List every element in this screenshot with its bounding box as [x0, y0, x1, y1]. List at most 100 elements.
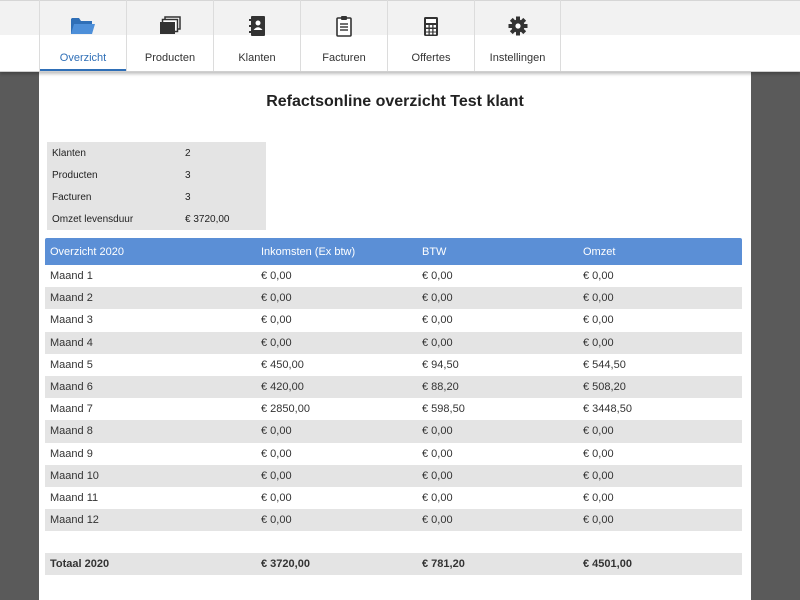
column-header: BTW	[422, 245, 447, 258]
summary-row: Producten 3	[47, 164, 266, 186]
table-row: Maand 12 € 0,00 € 0,00 € 0,00	[45, 509, 742, 532]
nav-item-producten[interactable]: Producten	[126, 0, 213, 71]
nav-item-facturen[interactable]: Facturen	[300, 0, 387, 71]
total-row: Totaal 2020 € 3720,00 € 781,20 € 4501,00	[45, 553, 742, 576]
summary-row: Facturen 3	[47, 186, 266, 208]
nav-label: Overzicht	[59, 52, 107, 64]
summary-row: Omzet levensduur € 3720,00	[47, 208, 266, 230]
table-cell: € 0,00	[583, 491, 614, 504]
nav-item-klanten[interactable]: Klanten	[213, 0, 300, 71]
table-cell: € 598,50	[422, 403, 465, 416]
table-cell: € 0,00	[261, 491, 292, 504]
table-cell: € 0,00	[422, 469, 453, 482]
table-cell: Maand 12	[50, 514, 99, 527]
table-cell: € 544,50	[583, 358, 626, 371]
table-cell: € 0,00	[422, 314, 453, 327]
table-cell: Maand 10	[50, 469, 99, 482]
table-row: Maand 2 € 0,00 € 0,00 € 0,00	[45, 287, 742, 310]
nav-label: Producten	[144, 52, 196, 64]
nav-label: Klanten	[238, 52, 276, 64]
summary-value: € 3720,00	[185, 213, 230, 225]
stack-icon	[127, 15, 213, 37]
table-cell: Maand 7	[50, 403, 93, 416]
nav-item-offertes[interactable]: Offertes	[387, 0, 474, 71]
table-cell: € 0,00	[422, 447, 453, 460]
nav-label: Facturen	[322, 52, 366, 64]
summary-label: Omzet levensduur	[52, 213, 134, 225]
table-cell: € 0,00	[261, 425, 292, 438]
table-cell: € 0,00	[422, 270, 453, 283]
table-row: Maand 4 € 0,00 € 0,00 € 0,00	[45, 331, 742, 354]
table-row: Maand 9 € 0,00 € 0,00 € 0,00	[45, 443, 742, 465]
gear-icon	[475, 15, 560, 37]
total-cell: € 4501,00	[583, 558, 632, 571]
table-cell: € 0,00	[261, 314, 292, 327]
table-cell: € 0,00	[261, 292, 292, 305]
summary-label: Producten	[52, 169, 98, 181]
summary-row: Klanten 2	[47, 142, 266, 164]
table-cell: € 0,00	[261, 447, 292, 460]
table-cell: € 0,00	[422, 336, 453, 349]
folder-icon	[40, 15, 126, 37]
table-cell: € 0,00	[261, 270, 292, 283]
table-cell: € 0,00	[583, 425, 614, 438]
table-cell: € 420,00	[261, 381, 304, 394]
total-cell: € 3720,00	[261, 558, 310, 571]
table-spacer	[45, 531, 742, 553]
table-cell: Maand 8	[50, 425, 93, 438]
total-cell: Totaal 2020	[50, 558, 110, 571]
content-panel: Refactsonline overzicht Test klant Klant…	[39, 72, 751, 600]
table-cell: € 0,00	[261, 469, 292, 482]
table-row: Maand 8 € 0,00 € 0,00 € 0,00	[45, 420, 742, 443]
table-row: Maand 5 € 450,00 € 94,50 € 544,50	[45, 354, 742, 376]
table-cell: € 0,00	[583, 514, 614, 527]
column-header: Omzet	[583, 245, 616, 258]
table-cell: Maand 3	[50, 314, 93, 327]
table-cell: € 0,00	[583, 336, 614, 349]
nav-item-overzicht[interactable]: Overzicht	[39, 0, 126, 71]
table-cell: € 0,00	[422, 514, 453, 527]
table-cell: € 508,20	[583, 381, 626, 394]
table-cell: Maand 6	[50, 381, 93, 394]
summary-value: 3	[185, 191, 191, 203]
summary-box: Klanten 2 Producten 3 Facturen 3 Omzet l…	[47, 142, 266, 230]
table-cell: € 0,00	[583, 270, 614, 283]
table-cell: € 0,00	[583, 314, 614, 327]
column-header: Overzicht 2020	[50, 245, 124, 258]
table-cell: € 0,00	[422, 425, 453, 438]
table-cell: Maand 2	[50, 292, 93, 305]
table-row: Maand 1 € 0,00 € 0,00 € 0,00	[45, 265, 742, 287]
table-cell: € 0,00	[422, 292, 453, 305]
table-row: Maand 10 € 0,00 € 0,00 € 0,00	[45, 464, 742, 487]
table-cell: € 0,00	[261, 336, 292, 349]
table-cell: € 0,00	[422, 491, 453, 504]
total-cell: € 781,20	[422, 558, 465, 571]
table-cell: € 0,00	[583, 469, 614, 482]
table-cell: € 450,00	[261, 358, 304, 371]
summary-value: 3	[185, 169, 191, 181]
table-cell: € 3448,50	[583, 403, 632, 416]
table-row: Maand 11 € 0,00 € 0,00 € 0,00	[45, 487, 742, 509]
address-book-icon	[214, 15, 300, 37]
nav-item-instellingen[interactable]: Instellingen	[474, 0, 561, 71]
table-cell: € 0,00	[583, 447, 614, 460]
top-navigation: Overzicht Producten Klanten Facturen Off…	[0, 0, 800, 72]
table-header: Overzicht 2020 Inkomsten (Ex btw) BTW Om…	[45, 238, 742, 265]
table-cell: Maand 11	[50, 491, 99, 504]
table-cell: € 0,00	[583, 292, 614, 305]
table-cell: € 94,50	[422, 358, 459, 371]
table-cell: Maand 9	[50, 447, 93, 460]
summary-label: Facturen	[52, 191, 92, 203]
page-title: Refactsonline overzicht Test klant	[266, 93, 524, 110]
nav-label: Offertes	[411, 52, 451, 64]
table-row: Maand 7 € 2850,00 € 598,50 € 3448,50	[45, 398, 742, 420]
main-nav: Overzicht Producten Klanten Facturen Off…	[39, 0, 561, 71]
table-cell: Maand 5	[50, 358, 93, 371]
table-cell: € 2850,00	[261, 403, 310, 416]
summary-label: Klanten	[52, 147, 86, 159]
summary-value: 2	[185, 147, 191, 159]
column-header: Inkomsten (Ex btw)	[261, 245, 356, 258]
table-cell: € 0,00	[261, 514, 292, 527]
table-cell: Maand 4	[50, 336, 93, 349]
clipboard-icon	[301, 15, 387, 37]
